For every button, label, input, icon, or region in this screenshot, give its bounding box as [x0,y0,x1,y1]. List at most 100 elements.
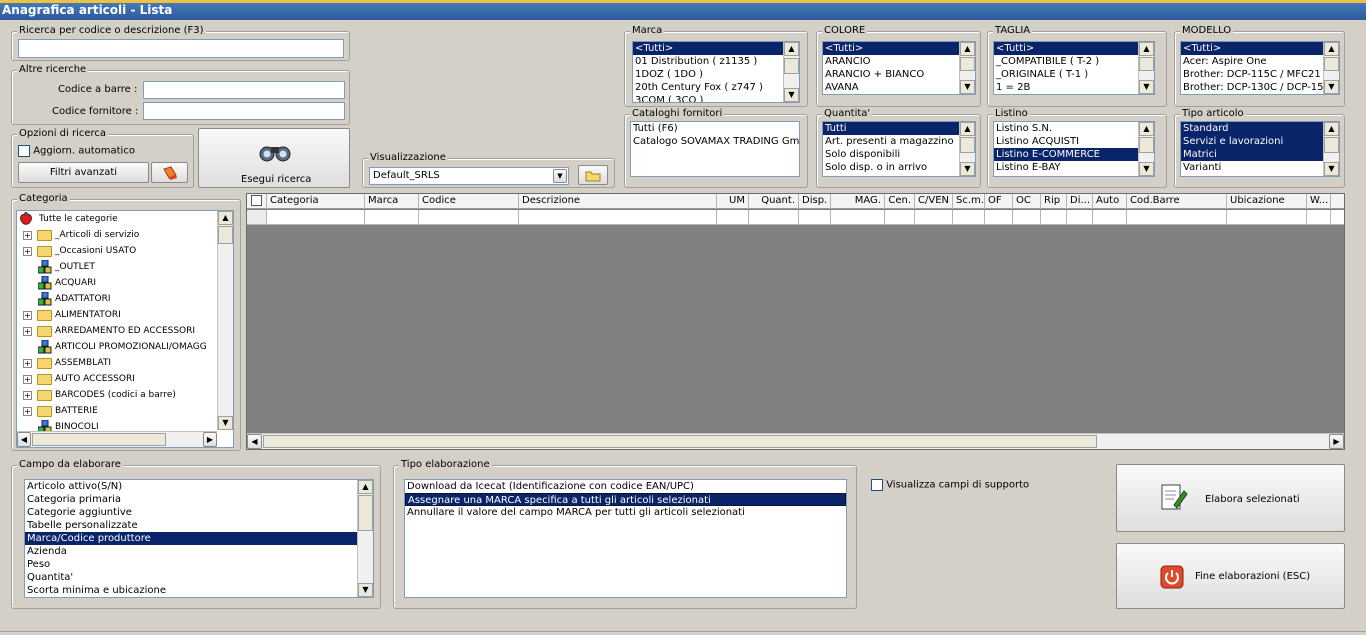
scroll-up-icon[interactable]: ▲ [1139,122,1154,136]
expand-icon[interactable]: + [23,391,32,400]
tree-item[interactable]: ARTICOLI PROMOZIONALI/OMAGG [17,339,217,355]
scroll-down-icon[interactable]: ▼ [1324,162,1339,176]
size-listbox[interactable]: <Tutti> _COMPATIBILE ( T-2 ) _ORIGINALE … [993,41,1155,95]
scroll-thumb[interactable] [784,58,799,74]
scrollbar[interactable]: ▲ ▼ [217,211,233,430]
filter-cell[interactable] [1067,210,1093,224]
filter-cell[interactable] [799,210,831,224]
field-to-process-listbox[interactable]: Articolo attivo(S/N) Categoria primaria Ca… [24,479,374,598]
list-item[interactable]: ARANCIO + BIANCO [823,68,975,81]
scroll-thumb[interactable] [1324,137,1339,153]
column-header[interactable]: OF [985,194,1013,209]
scroll-thumb[interactable] [218,226,233,244]
list-item[interactable]: <Tutti> [994,42,1154,55]
tree-item[interactable]: + AUTO ACCESSORI [17,371,217,387]
tree-item[interactable]: ACQUARI [17,275,217,291]
filter-cell[interactable] [519,210,717,224]
quantity-listbox[interactable]: Tutti Art. presenti a magazzino Solo dis… [822,121,976,177]
category-tree[interactable]: Tutte le categorie + _Articoli di servizio… [16,210,234,448]
column-header[interactable]: W... [1307,194,1331,209]
scroll-up-icon[interactable]: ▲ [218,211,233,225]
list-item[interactable]: _COMPATIBILE ( T-2 ) [994,55,1154,68]
column-header[interactable]: Cod.Barre [1127,194,1227,209]
list-item[interactable]: Assegnare una MARCA specifica a tutti gl… [405,493,846,506]
scroll-up-icon[interactable]: ▲ [784,42,799,56]
filter-cell[interactable] [885,210,915,224]
column-header[interactable]: C/VEN [915,194,953,209]
scroll-down-icon[interactable]: ▼ [358,583,373,597]
list-item[interactable]: <Tutti> [633,42,799,55]
list-item[interactable]: Scorta minima e ubicazione [25,584,357,597]
scroll-up-icon[interactable]: ▲ [960,42,975,56]
scroll-right-icon[interactable]: ▶ [203,432,217,447]
scroll-down-icon[interactable]: ▼ [784,88,799,102]
list-item[interactable]: Catalogo SOVAMAX TRADING Gmb [631,135,799,148]
run-search-button[interactable]: Esegui ricerca [198,128,350,188]
list-item[interactable]: Marca/Codice produttore [25,532,357,545]
filter-cell[interactable] [717,210,749,224]
expand-icon[interactable]: + [23,247,32,256]
list-item[interactable]: Art. presenti a magazzino [823,135,975,148]
expand-icon[interactable]: + [23,375,32,384]
supplier-code-input[interactable] [143,102,345,120]
list-item[interactable]: Articolo attivo(S/N) [25,480,357,493]
scroll-up-icon[interactable]: ▲ [1324,122,1339,136]
clear-filters-button[interactable] [151,162,188,183]
scroll-thumb[interactable] [1324,57,1339,71]
articles-grid[interactable]: Categoria Marca Codice Descrizione UM Quant. D… [246,193,1345,450]
scrollbar[interactable]: ▲ ▼ [959,122,975,176]
list-item[interactable]: Acer: Aspire One [1181,55,1339,68]
scroll-right-icon[interactable]: ▶ [1329,434,1344,449]
list-item[interactable]: 3COM ( 3CO ) [633,94,799,102]
grid-horizontal-scrollbar[interactable]: ◀ ▶ [247,433,1344,449]
select-all-checkbox[interactable] [247,194,267,209]
scrollbar[interactable]: ▲ ▼ [1138,42,1154,94]
filter-cell[interactable] [267,210,365,224]
filter-cell[interactable] [1227,210,1307,224]
scroll-thumb[interactable] [1139,57,1154,71]
model-listbox[interactable]: <Tutti> Acer: Aspire One Brother: DCP-11… [1180,41,1340,95]
scroll-thumb[interactable] [32,433,166,446]
scroll-thumb[interactable] [358,495,373,531]
scroll-down-icon[interactable]: ▼ [1139,80,1154,94]
list-item[interactable]: 1 = 2B [994,81,1154,94]
end-processing-button[interactable]: Fine elaborazioni (ESC) [1116,543,1345,609]
horizontal-scrollbar[interactable]: ◀ ▶ [17,431,217,447]
column-header[interactable]: Cen. [885,194,915,209]
tree-item[interactable]: + _Occasioni USATO [17,243,217,259]
filter-cell[interactable] [1127,210,1227,224]
list-item[interactable]: Standard [1181,122,1339,135]
expand-icon[interactable]: + [23,231,32,240]
list-item[interactable]: Tutti (F6) [631,122,799,135]
scrollbar[interactable]: ▲ ▼ [357,480,373,597]
column-header[interactable]: OC [1013,194,1041,209]
column-header[interactable]: Di... [1067,194,1093,209]
tree-item[interactable]: + ALIMENTATORI [17,307,217,323]
filter-cell[interactable] [1013,210,1041,224]
list-item[interactable]: <Tutti> [1181,42,1339,55]
list-item[interactable]: Solo disponibili [823,148,975,161]
grid-filter-row[interactable] [247,210,1344,225]
scroll-down-icon[interactable]: ▼ [1324,80,1339,94]
column-header[interactable]: UM [717,194,749,209]
filter-cell[interactable] [985,210,1013,224]
list-item[interactable]: Brother: DCP-115C / MFC21 [1181,68,1339,81]
support-fields-checkbox[interactable]: Visualizza campi di supporto [871,479,1029,491]
list-item[interactable]: Tabelle personalizzate [25,519,357,532]
filter-cell[interactable] [1041,210,1067,224]
tree-item[interactable]: _OUTLET [17,259,217,275]
scrollbar[interactable]: ▲ ▼ [1323,42,1339,94]
tree-item[interactable]: + BATTERIE [17,403,217,419]
column-header[interactable]: Quant. [749,194,799,209]
processing-type-listbox[interactable]: Download da Icecat (Identificazione con … [404,479,847,598]
list-item[interactable]: Azienda [25,545,357,558]
tree-item[interactable]: + ARREDAMENTO ED ACCESSORI [17,323,217,339]
catalogs-listbox[interactable]: Tutti (F6) Catalogo SOVAMAX TRADING Gmb [630,121,800,177]
list-item[interactable]: Categorie aggiuntive [25,506,357,519]
list-item[interactable]: 1DOZ ( 1DO ) [633,68,799,81]
scroll-thumb[interactable] [960,137,975,153]
select-all-check-icon[interactable] [251,195,262,206]
list-item[interactable]: _ORIGINALE ( T-1 ) [994,68,1154,81]
column-header[interactable]: Auto [1093,194,1127,209]
filter-cell[interactable] [1307,210,1331,224]
